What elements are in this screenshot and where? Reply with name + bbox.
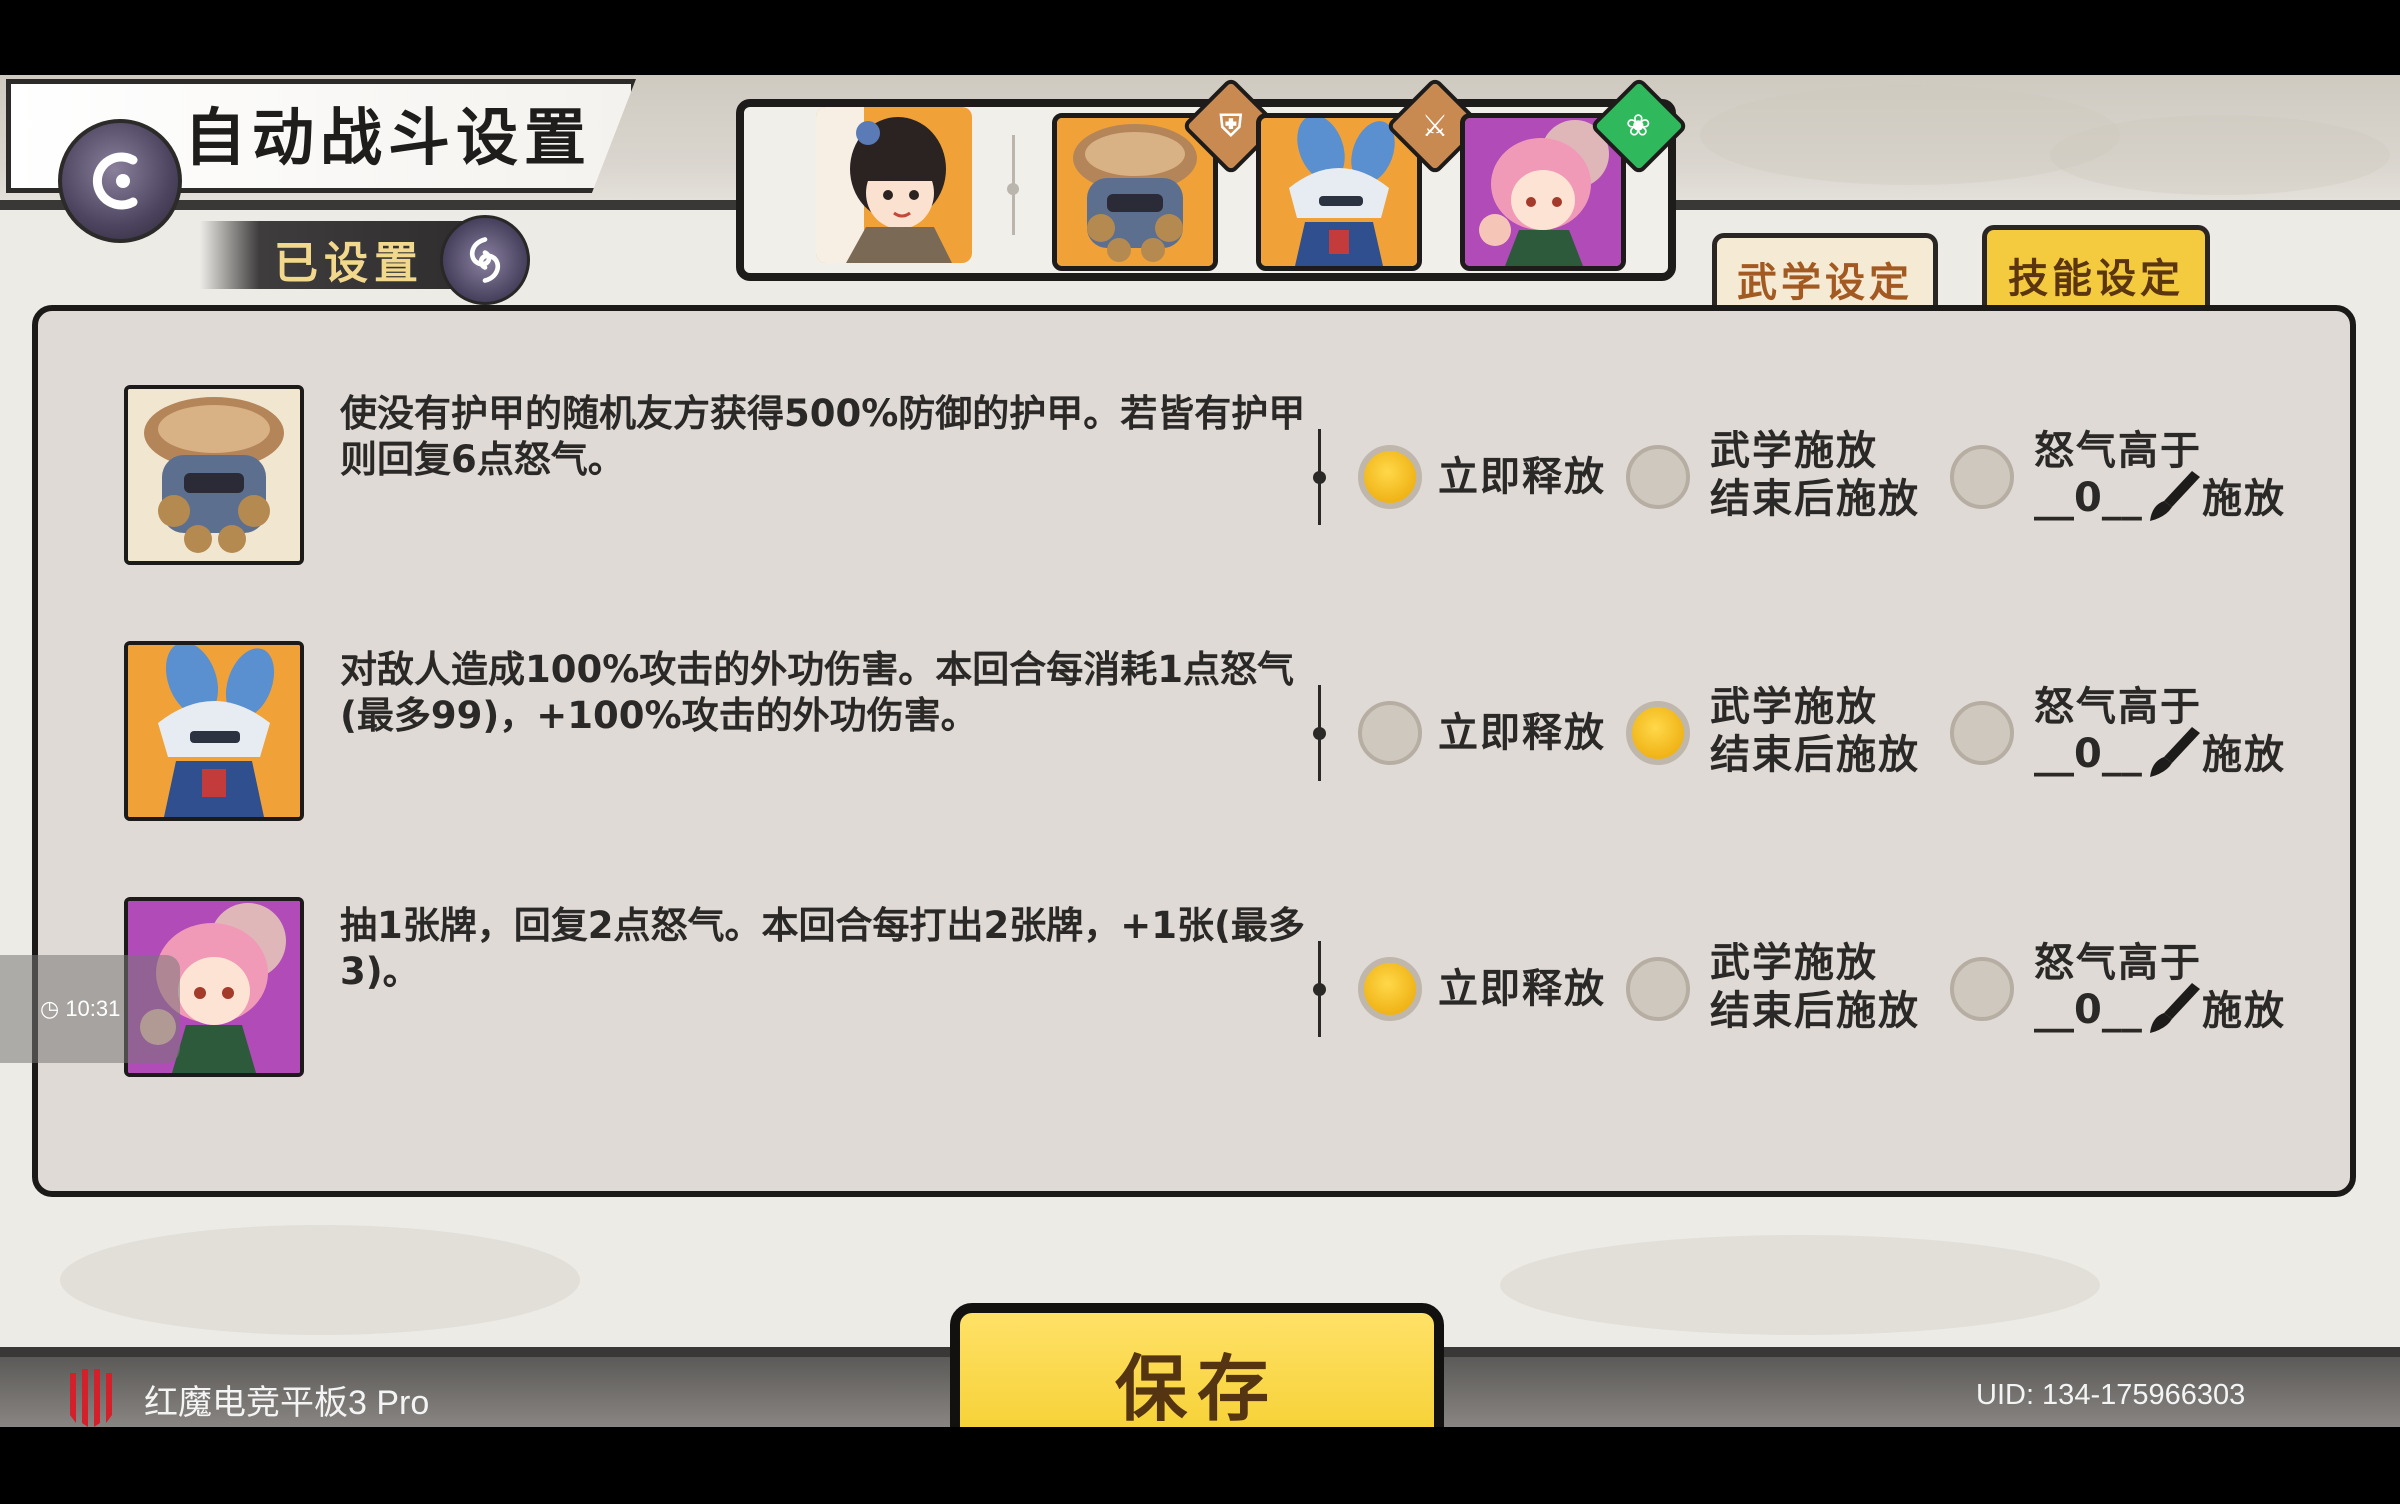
uid-label: UID: 134-175966303 — [1976, 1379, 2246, 1411]
skill-row: 对敌人造成100%攻击的外功伤害。本回合每消耗1点怒气(最多99)，+100%攻… — [38, 621, 2350, 821]
floating-clock[interactable]: ◷ 10:31 — [0, 955, 180, 1063]
option-rage-suffix: 施放 — [2202, 988, 2286, 1034]
row-divider-dot — [1313, 727, 1326, 740]
hero-girl-portrait — [816, 107, 972, 263]
radio-after-martial[interactable] — [1626, 957, 1690, 1021]
hero-nest-portrait — [1057, 118, 1213, 266]
skill-description: 使没有护甲的随机友方获得500%防御的护甲。若皆有护甲则回复6点怒气。 — [340, 392, 1306, 481]
rage-threshold-value[interactable]: __0__ — [2034, 475, 2142, 521]
cloud-decoration — [1500, 1235, 2100, 1335]
radio-rage-threshold[interactable] — [1950, 701, 2014, 765]
hero-masked-portrait — [1261, 118, 1417, 266]
skill-row: 抽1张牌，回复2点怒气。本回合每打出2张牌，+1张(最多3)。 立即释放 武学施… — [38, 877, 2350, 1077]
radio-rage-threshold[interactable] — [1950, 957, 2014, 1021]
device-watermark: 红魔电竞平板3 Pro — [144, 1384, 430, 1422]
skill-portrait — [124, 641, 304, 821]
rage-threshold-value[interactable]: __0__ — [2034, 731, 2142, 777]
hero-selector: ⛨ ⚔ ❀ — [736, 76, 1689, 281]
edit-brush-icon[interactable] — [2146, 721, 2206, 781]
clock-icon: ◷ — [40, 996, 66, 1021]
game-screen: 自动战斗设置 已设置 ⛨ ⚔ ❀ 武学设定 技能设定 使没有护甲的随机友方获得5… — [0, 75, 2400, 1427]
save-label: 保存 — [1114, 1346, 1279, 1428]
skill-row: 使没有护甲的随机友方获得500%防御的护甲。若皆有护甲则回复6点怒气。 立即释放… — [38, 365, 2350, 565]
rage-threshold-value[interactable]: __0__ — [2034, 987, 2142, 1033]
edit-brush-icon[interactable] — [2146, 465, 2206, 525]
cloud-decoration — [60, 1225, 580, 1335]
row-divider-dot — [1313, 983, 1326, 996]
configured-label: 已设置 — [274, 238, 424, 289]
skill-description: 对敌人造成100%攻击的外功伤害。本回合每消耗1点怒气(最多99)，+100%攻… — [340, 648, 1295, 737]
radio-immediate[interactable] — [1358, 445, 1422, 509]
cloud-decoration — [2050, 115, 2390, 195]
option-after-label-line1: 武学施放 — [1710, 940, 1878, 986]
option-immediate-label: 立即释放 — [1438, 454, 1606, 500]
skill-description: 抽1张牌，回复2点怒气。本回合每打出2张牌，+1张(最多3)。 — [340, 904, 1305, 993]
hero-slot-1[interactable] — [816, 107, 972, 263]
option-after-label-line2: 结束后施放 — [1710, 732, 1920, 778]
option-rage-suffix: 施放 — [2202, 476, 2286, 522]
radio-rage-threshold[interactable] — [1950, 445, 2014, 509]
redmagic-logo-icon — [70, 1369, 112, 1427]
swirl-icon[interactable] — [440, 215, 530, 305]
option-immediate-label: 立即释放 — [1438, 966, 1606, 1012]
back-arrow-icon — [92, 152, 138, 210]
cloud-decoration — [1700, 85, 2120, 185]
configured-tag: 已设置 — [200, 221, 470, 289]
page-title: 自动战斗设置 — [184, 101, 593, 174]
option-after-label-line2: 结束后施放 — [1710, 476, 1920, 522]
option-after-label-line1: 武学施放 — [1710, 684, 1878, 730]
radio-immediate[interactable] — [1358, 701, 1422, 765]
back-button[interactable] — [58, 119, 182, 243]
radio-immediate[interactable] — [1358, 957, 1422, 1021]
row-divider-dot — [1313, 471, 1326, 484]
clock-time: 10:31 — [65, 996, 121, 1021]
option-after-label-line1: 武学施放 — [1710, 428, 1878, 474]
option-rage-suffix: 施放 — [2202, 732, 2286, 778]
radio-after-martial[interactable] — [1626, 701, 1690, 765]
option-after-label-line2: 结束后施放 — [1710, 988, 1920, 1034]
hero-divider-dot — [1007, 183, 1019, 195]
skill-settings-panel: 使没有护甲的随机友方获得500%防御的护甲。若皆有护甲则回复6点怒气。 立即释放… — [32, 305, 2356, 1197]
save-button[interactable]: 保存 — [950, 1303, 1444, 1427]
skill-portrait — [124, 385, 304, 565]
hero-pink-portrait — [1465, 118, 1621, 266]
edit-brush-icon[interactable] — [2146, 977, 2206, 1037]
radio-after-martial[interactable] — [1626, 445, 1690, 509]
option-immediate-label: 立即释放 — [1438, 710, 1606, 756]
